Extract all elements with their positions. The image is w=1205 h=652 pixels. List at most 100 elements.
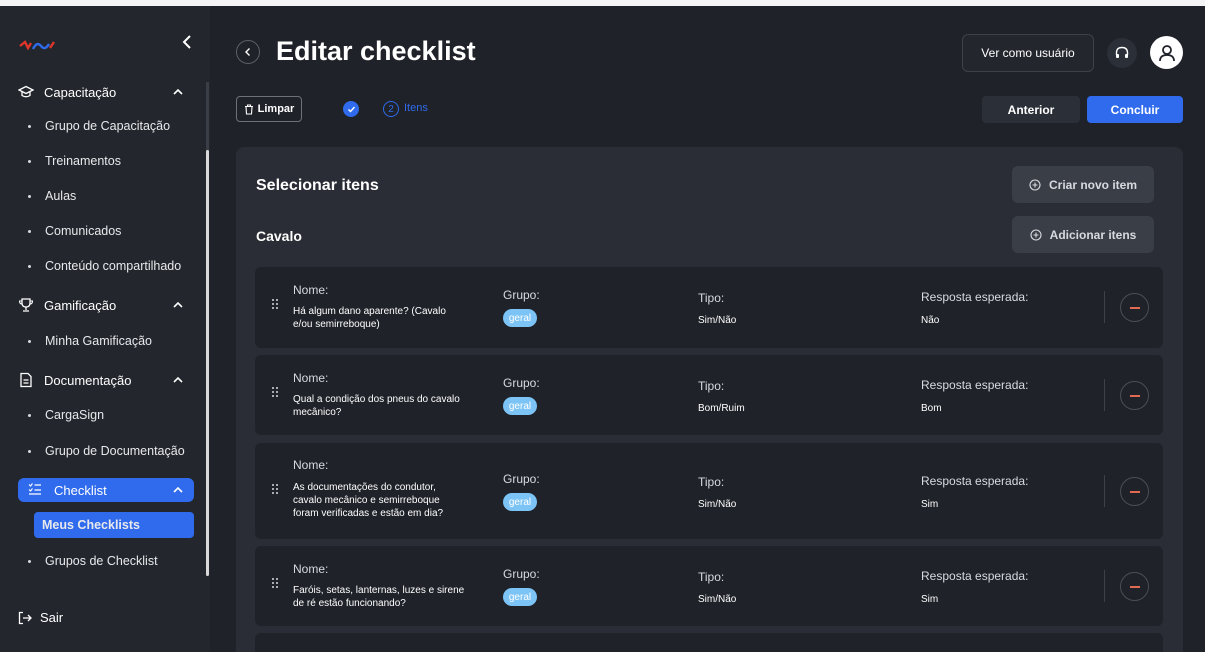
group-tag: geral (503, 309, 537, 327)
sidebar-item-label: Treinamentos (45, 154, 121, 168)
user-icon (1158, 44, 1175, 61)
check-icon (347, 106, 355, 113)
sidebar-section-documentacao[interactable]: Documentação (18, 364, 194, 396)
clear-button[interactable]: Limpar (236, 96, 302, 122)
item-expected-answer: Não (921, 315, 940, 326)
chevron-left-icon (245, 48, 250, 56)
sidebar-scrollbar-thumb[interactable] (206, 150, 209, 576)
remove-item-button[interactable] (1120, 293, 1149, 322)
drag-handle-icon[interactable] (272, 298, 278, 310)
add-items-button[interactable]: Adicionar itens (1012, 216, 1154, 253)
divider (1104, 570, 1105, 602)
sidebar-item-label: CargaSign (45, 408, 105, 422)
sidebar-section-label: Capacitação (44, 84, 117, 100)
sidebar-item-aulas[interactable]: Aulas (22, 183, 194, 209)
back-button[interactable] (236, 40, 260, 64)
sidebar-item-label: Grupo de Documentação (45, 444, 185, 458)
logout-label: Sair (40, 610, 64, 625)
step-1-completed[interactable] (343, 101, 359, 117)
drag-handle-icon[interactable] (272, 386, 278, 398)
sidebar-item-minha-gamificacao[interactable]: Minha Gamificação (22, 328, 194, 354)
drag-handle-icon[interactable] (272, 483, 278, 495)
sidebar-item-grupo-de-documentacao[interactable]: Grupo de Documentação (22, 438, 194, 464)
step-2-indicator[interactable]: 2 (383, 101, 399, 117)
sidebar-section-capacitacao[interactable]: Capacitação (18, 76, 194, 108)
group-tag: geral (503, 397, 537, 415)
sidebar-item-grupos-de-checklist[interactable]: Grupos de Checklist (22, 548, 194, 574)
group-label: Grupo: (503, 472, 540, 486)
collapse-sidebar-icon[interactable] (180, 32, 194, 52)
remove-item-button[interactable] (1120, 572, 1149, 601)
group-tag: geral (503, 588, 537, 606)
checklist-icon (28, 482, 44, 498)
page-title: Editar checklist (276, 36, 476, 66)
minus-icon (1129, 585, 1140, 588)
group-tag: geral (503, 493, 537, 511)
drag-handle-icon[interactable] (272, 577, 278, 589)
name-label: Nome: (293, 458, 329, 472)
divider (1104, 379, 1105, 411)
remove-item-button[interactable] (1120, 477, 1149, 506)
item-type: Sim/Não (698, 315, 737, 326)
minus-icon (1129, 306, 1140, 309)
user-avatar-button[interactable] (1150, 36, 1183, 69)
chevron-up-icon (173, 301, 183, 308)
chevron-up-icon (173, 486, 183, 493)
sidebar-item-conteudo-compartilhado[interactable]: Conteúdo compartilhado (22, 253, 194, 279)
type-label: Tipo: (698, 570, 725, 584)
item-name-line: Há algum dano aparente? (Cavalo (293, 306, 446, 317)
sidebar-section-gamificacao[interactable]: Gamificação (18, 289, 194, 321)
item-name-line: cavalo mecânico e semirreboque (293, 495, 440, 506)
view-as-user-button[interactable]: Ver como usuário (962, 34, 1094, 72)
graduation-cap-icon (18, 84, 34, 100)
expected-answer-label: Resposta esperada: (921, 378, 1029, 392)
chevron-up-icon (173, 88, 183, 95)
headset-icon (1115, 46, 1129, 58)
trash-icon (244, 103, 253, 115)
group-label: Grupo: (503, 567, 540, 581)
divider (1104, 475, 1105, 507)
sidebar-section-label: Checklist (54, 482, 107, 498)
item-type: Bom/Ruim (698, 403, 745, 414)
item-expected-answer: Sim (921, 594, 939, 605)
create-item-button[interactable]: Criar novo item (1012, 166, 1154, 203)
remove-item-button[interactable] (1120, 381, 1149, 410)
expected-answer-label: Resposta esperada: (921, 474, 1029, 488)
logout-button[interactable]: Sair (18, 610, 63, 625)
item-expected-answer: Bom (921, 403, 942, 414)
sidebar-item-grupo-de-capacitacao[interactable]: Grupo de Capacitação (22, 113, 194, 139)
sidebar-item-label: Meus Checklists (42, 518, 140, 532)
group-title: Cavalo (256, 228, 302, 244)
sidebar-section-label: Documentação (44, 372, 132, 388)
name-label: Nome: (293, 283, 329, 297)
divider (1104, 291, 1105, 323)
type-label: Tipo: (698, 291, 725, 305)
plus-circle-icon (1029, 178, 1041, 191)
sidebar-item-treinamentos[interactable]: Treinamentos (22, 148, 194, 174)
sidebar-item-label: Minha Gamificação (45, 334, 152, 348)
group-label: Grupo: (503, 376, 540, 390)
item-expected-answer: Sim (921, 499, 939, 510)
previous-button[interactable]: Anterior (982, 96, 1080, 123)
trophy-icon (18, 297, 34, 313)
checklist-item: Nome: Há algum dano aparente? (Cavalo e/… (255, 267, 1163, 348)
group-label: Grupo: (503, 288, 540, 302)
sidebar-item-label: Grupo de Capacitação (45, 119, 171, 133)
item-name-line: foram verificadas e estão em dia? (293, 508, 444, 519)
item-type: Sim/Não (698, 499, 737, 510)
item-name-line: Faróis, setas, lanternas, luzes e sirene (293, 585, 465, 596)
sidebar-item-cargasign[interactable]: CargaSign (22, 402, 194, 428)
sidebar-item-label: Grupos de Checklist (45, 554, 158, 568)
sidebar-item-label: Conteúdo compartilhado (45, 259, 182, 273)
item-name-line: As documentações do condutor, (293, 482, 436, 493)
item-type: Sim/Não (698, 594, 737, 605)
sidebar-item-meus-checklists[interactable]: Meus Checklists (34, 512, 194, 538)
name-label: Nome: (293, 562, 329, 576)
sidebar-section-checklist[interactable]: Checklist (18, 478, 194, 502)
checklist-item: Nome: Qual a condição dos pneus do caval… (255, 355, 1163, 435)
type-label: Tipo: (698, 379, 725, 393)
finish-button[interactable]: Concluir (1087, 96, 1183, 123)
sidebar-item-comunicados[interactable]: Comunicados (22, 218, 194, 244)
support-button[interactable] (1107, 38, 1137, 68)
add-items-label: Adicionar itens (1049, 227, 1137, 242)
